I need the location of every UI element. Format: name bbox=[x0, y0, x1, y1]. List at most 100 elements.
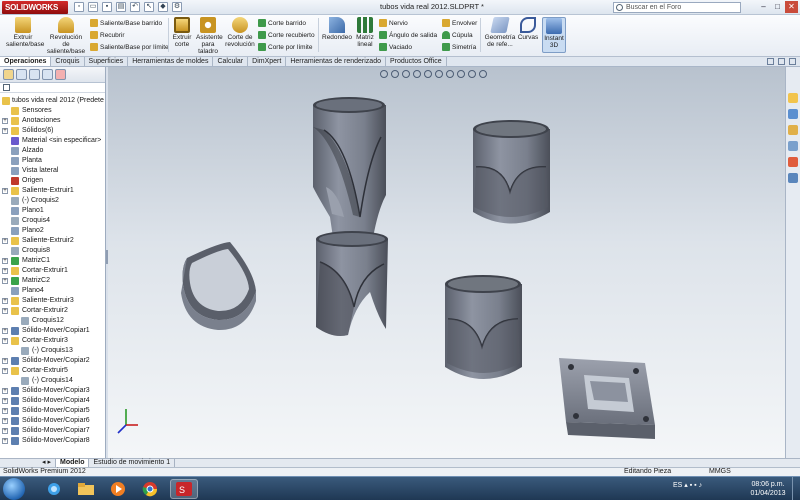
flange-plate-model[interactable] bbox=[559, 358, 655, 439]
rebuild-icon[interactable]: ◆ bbox=[158, 2, 168, 12]
tab-dimxpert[interactable]: DimXpert bbox=[248, 57, 287, 66]
view-close-icon[interactable] bbox=[789, 58, 796, 65]
feature-tree-item[interactable]: + Sólido-Mover/Copiar3 bbox=[0, 386, 106, 396]
chrome-icon[interactable] bbox=[136, 479, 164, 499]
tree-root[interactable]: tubos vida real 2012 (Predete bbox=[0, 96, 106, 106]
expand-toggle-icon[interactable]: + bbox=[2, 258, 8, 264]
save-icon[interactable]: ▪ bbox=[102, 2, 112, 12]
swept-cut-button[interactable]: Corte barrido bbox=[258, 18, 306, 28]
curves-button[interactable]: Curvas bbox=[517, 17, 539, 41]
feature-tree-item[interactable]: + Sólido-Mover/Copiar1 bbox=[0, 326, 106, 336]
graphics-area[interactable] bbox=[108, 67, 785, 458]
open-folder-icon[interactable]: ▭ bbox=[88, 2, 98, 12]
undo-icon[interactable]: ↶ bbox=[130, 2, 140, 12]
boundary-cut-button[interactable]: Corte por límite bbox=[258, 42, 312, 52]
tray-arrow-icon[interactable]: ▴ ▪ ▪ ♪ bbox=[684, 482, 702, 489]
reference-geometry-button[interactable]: Geometría de refe... bbox=[484, 17, 516, 48]
expand-toggle-icon[interactable]: + bbox=[2, 118, 8, 124]
tab-modelo[interactable]: Modelo bbox=[55, 459, 90, 467]
feature-tree-item[interactable]: Origen bbox=[0, 176, 106, 186]
feature-tree-item[interactable]: + Sólido-Mover/Copiar7 bbox=[0, 426, 106, 436]
configuration-manager-tab-icon[interactable] bbox=[29, 69, 40, 80]
rib-button[interactable]: Nervio bbox=[379, 18, 408, 28]
feature-tree-item[interactable]: + Cortar-Extruir5 bbox=[0, 366, 106, 376]
feature-tree-item[interactable]: Plano2 bbox=[0, 226, 106, 236]
draft-button[interactable]: Ángulo de salida bbox=[379, 30, 437, 40]
new-document-icon[interactable]: ▫ bbox=[74, 2, 84, 12]
feature-tree-item[interactable]: Material <sin especificar> bbox=[0, 136, 106, 146]
feature-tree-item[interactable]: + Sólidos(6) bbox=[0, 126, 106, 136]
feature-tree-item[interactable]: + Sólido-Mover/Copiar5 bbox=[0, 406, 106, 416]
feature-tree-item[interactable]: Croquis4 bbox=[0, 216, 106, 226]
feature-tree-item[interactable]: Plano4 bbox=[0, 286, 106, 296]
hide-show-items-icon[interactable] bbox=[446, 70, 454, 78]
model-view[interactable] bbox=[108, 67, 785, 458]
tab-office[interactable]: Productos Office bbox=[386, 57, 447, 66]
feature-tree-item[interactable]: (-) Croquis14 bbox=[0, 376, 106, 386]
expand-toggle-icon[interactable]: + bbox=[2, 128, 8, 134]
feature-tree-item[interactable]: + Sólido-Mover/Copiar6 bbox=[0, 416, 106, 426]
expand-toggle-icon[interactable]: + bbox=[2, 268, 8, 274]
boundary-boss-button[interactable]: Saliente/Base por límite bbox=[90, 42, 169, 52]
wrap-button[interactable]: Envolver bbox=[442, 18, 477, 28]
property-manager-tab-icon[interactable] bbox=[16, 69, 27, 80]
revolved-cut-button[interactable]: Corte de revolución bbox=[225, 17, 255, 48]
expand-toggle-icon[interactable]: + bbox=[2, 438, 8, 444]
expand-toggle-icon[interactable]: + bbox=[2, 188, 8, 194]
tab-moldes[interactable]: Herramientas de moldes bbox=[128, 57, 214, 66]
display-style-icon[interactable] bbox=[435, 70, 443, 78]
file-explorer-taskbar-icon[interactable] bbox=[72, 479, 100, 499]
maximize-button[interactable]: □ bbox=[771, 1, 784, 13]
file-explorer-icon[interactable] bbox=[788, 125, 798, 135]
feature-tree-item[interactable]: Vista lateral bbox=[0, 166, 106, 176]
lofted-boss-button[interactable]: Recubrir bbox=[90, 30, 125, 40]
minimize-button[interactable]: – bbox=[757, 1, 770, 13]
edit-appearance-icon[interactable] bbox=[457, 70, 465, 78]
feature-tree-item[interactable]: + Saliente-Extruir3 bbox=[0, 296, 106, 306]
view-restore-icon[interactable] bbox=[778, 58, 785, 65]
feature-filter[interactable] bbox=[0, 83, 105, 93]
print-icon[interactable]: ▤ bbox=[116, 2, 126, 12]
expand-toggle-icon[interactable]: + bbox=[2, 298, 8, 304]
clock[interactable]: 08:06 p.m. 01/04/2013 bbox=[748, 480, 788, 498]
expand-toggle-icon[interactable]: + bbox=[2, 368, 8, 374]
feature-tree-item[interactable]: (-) Croquis2 bbox=[0, 196, 106, 206]
feature-tree-item[interactable]: (-) Croquis13 bbox=[0, 346, 106, 356]
view-orientation-icon[interactable] bbox=[424, 70, 432, 78]
feature-tree-item[interactable]: + MatrizC2 bbox=[0, 276, 106, 286]
tab-operaciones[interactable]: Operaciones bbox=[0, 57, 52, 66]
feature-tree-item[interactable]: + Cortar-Extruir3 bbox=[0, 336, 106, 346]
extruded-boss-button[interactable]: Extruir saliente/base bbox=[6, 17, 44, 48]
hole-wizard-button[interactable]: Asistente para taladro bbox=[196, 17, 223, 55]
teardrop-ring-model[interactable] bbox=[181, 242, 256, 331]
feature-tree-item[interactable]: Planta bbox=[0, 156, 106, 166]
custom-properties-icon[interactable] bbox=[788, 173, 798, 183]
feature-tree-item[interactable]: Croquis12 bbox=[0, 316, 106, 326]
feature-tree-item[interactable]: + Sólido-Mover/Copiar8 bbox=[0, 436, 106, 446]
feature-tree-item[interactable]: + Cortar-Extruir1 bbox=[0, 266, 106, 276]
expand-toggle-icon[interactable]: + bbox=[2, 408, 8, 414]
feature-tree-item[interactable]: Sensores bbox=[0, 106, 106, 116]
tab-croquis[interactable]: Croquis bbox=[51, 57, 85, 66]
revolved-boss-button[interactable]: Revolución de saliente/base bbox=[46, 17, 86, 55]
show-desktop-button[interactable] bbox=[792, 477, 800, 500]
feature-tree-item[interactable]: + Cortar-Extruir2 bbox=[0, 306, 106, 316]
start-button[interactable] bbox=[3, 478, 25, 500]
section-view-icon[interactable] bbox=[413, 70, 421, 78]
expand-toggle-icon[interactable]: + bbox=[2, 358, 8, 364]
fillet-button[interactable]: Redondeo bbox=[322, 17, 352, 41]
tab-calcular[interactable]: Calcular bbox=[213, 57, 249, 66]
expand-toggle-icon[interactable]: + bbox=[2, 418, 8, 424]
solidworks-taskbar-icon[interactable]: S bbox=[170, 479, 198, 499]
feature-tree-item[interactable]: + Anotaciones bbox=[0, 116, 106, 126]
feature-tree-item[interactable]: + Saliente-Extruir2 bbox=[0, 236, 106, 246]
expand-toggle-icon[interactable]: + bbox=[2, 398, 8, 404]
view-minimize-icon[interactable] bbox=[767, 58, 774, 65]
feature-tree-tab-icon[interactable] bbox=[3, 69, 14, 80]
options-icon[interactable]: ⚙ bbox=[172, 2, 182, 12]
feature-tree-item[interactable]: + MatrizC1 bbox=[0, 256, 106, 266]
expand-toggle-icon[interactable]: + bbox=[2, 308, 8, 314]
media-player-icon[interactable] bbox=[104, 479, 132, 499]
expand-toggle-icon[interactable]: + bbox=[2, 428, 8, 434]
display-manager-tab-icon[interactable] bbox=[55, 69, 66, 80]
